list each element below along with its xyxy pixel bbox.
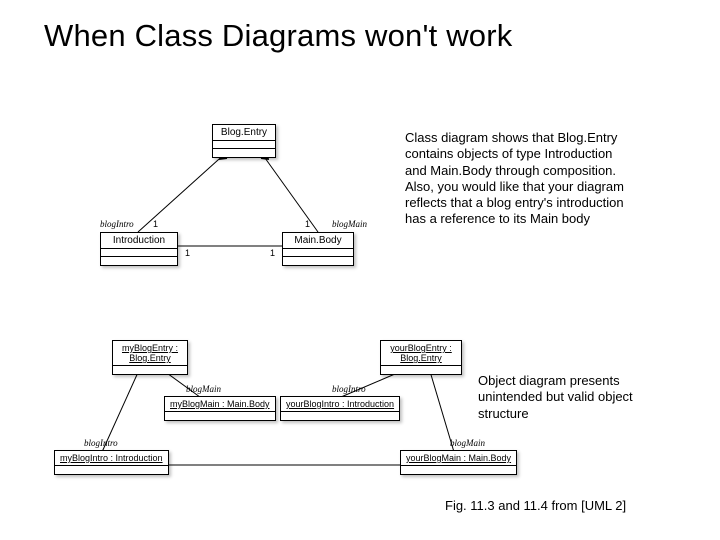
role-blogmain: blogMain: [332, 219, 367, 229]
role-label: blogMain: [450, 438, 485, 448]
obj-my-blog-main: myBlogMain : Main.Body: [164, 396, 276, 421]
class-name: Main.Body: [283, 233, 353, 249]
obj-your-blog-main: yourBlogMain : Main.Body: [400, 450, 517, 475]
class-introduction: Introduction: [100, 232, 178, 266]
class-main-body: Main.Body: [282, 232, 354, 266]
role-label: blogIntro: [332, 384, 366, 394]
role-label: blogIntro: [84, 438, 118, 448]
role-blogintro: blogIntro: [100, 219, 134, 229]
object-name: myBlogEntry : Blog.Entry: [113, 341, 187, 366]
object-diagram: myBlogEntry : Blog.Entry yourBlogEntry :…: [54, 340, 524, 480]
class-name: Introduction: [101, 233, 177, 249]
obj-your-blog-entry: yourBlogEntry : Blog.Entry: [380, 340, 462, 375]
multiplicity: 1: [305, 219, 310, 229]
page-title: When Class Diagrams won't work: [0, 0, 720, 54]
description-class-diagram: Class diagram shows that Blog.Entry cont…: [405, 130, 630, 228]
object-name: yourBlogEntry : Blog.Entry: [381, 341, 461, 366]
multiplicity: 1: [153, 219, 158, 229]
role-label: blogMain: [186, 384, 221, 394]
description-object-diagram: Object diagram presents unintended but v…: [478, 373, 683, 422]
object-name: myBlogIntro : Introduction: [55, 451, 168, 466]
object-name: myBlogMain : Main.Body: [165, 397, 275, 412]
multiplicity: 1: [185, 248, 190, 258]
figure-caption: Fig. 11.3 and 11.4 from [UML 2]: [445, 498, 626, 513]
class-name: Blog.Entry: [213, 125, 275, 141]
class-diagram: Blog.Entry Introduction Main.Body blogIn…: [100, 124, 380, 264]
obj-my-blog-intro: myBlogIntro : Introduction: [54, 450, 169, 475]
object-name: yourBlogIntro : Introduction: [281, 397, 399, 412]
obj-your-blog-intro: yourBlogIntro : Introduction: [280, 396, 400, 421]
obj-my-blog-entry: myBlogEntry : Blog.Entry: [112, 340, 188, 375]
class-blog-entry: Blog.Entry: [212, 124, 276, 158]
multiplicity: 1: [270, 248, 275, 258]
object-name: yourBlogMain : Main.Body: [401, 451, 516, 466]
